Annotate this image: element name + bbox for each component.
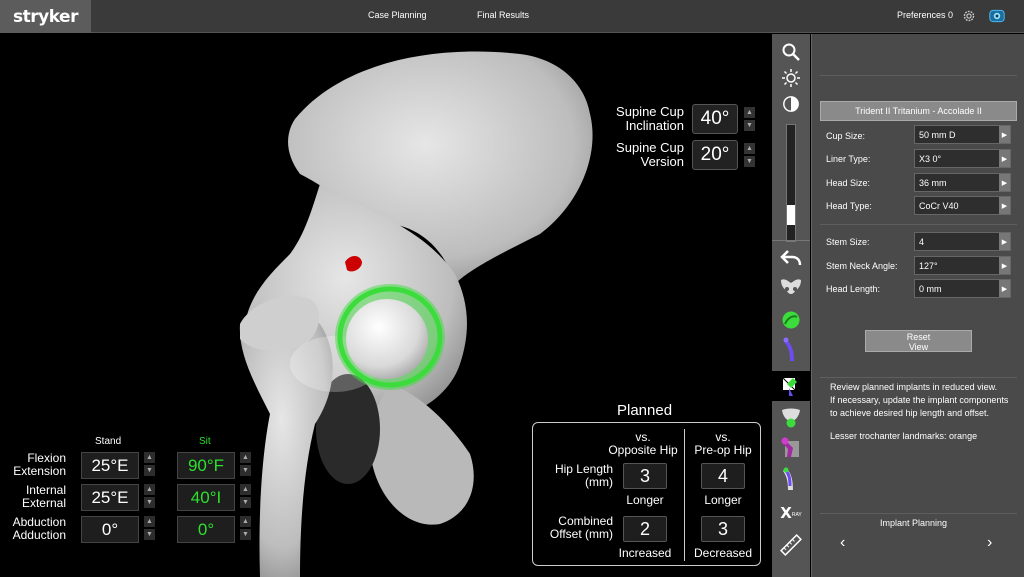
eye-icon[interactable] bbox=[989, 9, 1005, 23]
stem-icon[interactable] bbox=[776, 337, 806, 363]
tab-final-results[interactable]: Final Results bbox=[477, 10, 529, 20]
implant-panel: Trident II Tritanium - Accolade II Cup S… bbox=[811, 34, 1024, 577]
top-bar: stryker Case Planning Final Results Pref… bbox=[0, 0, 1024, 33]
xray-icon[interactable]: X RAY bbox=[776, 500, 806, 526]
offset-opposite-value: 2 bbox=[623, 516, 667, 542]
flexion-stand-down-arrow[interactable]: ▼ bbox=[144, 465, 155, 476]
stem-neck-angle-chevron-icon: ▶ bbox=[999, 257, 1010, 274]
instruction-text: Review planned implants in reduced view.… bbox=[830, 382, 1009, 441]
gear-icon[interactable] bbox=[962, 9, 976, 23]
ruler-icon[interactable] bbox=[776, 532, 806, 558]
hip-length-label: Hip Length (mm) bbox=[554, 462, 613, 489]
undo-icon[interactable] bbox=[776, 244, 806, 270]
hip-length-opposite-note: Longer bbox=[626, 493, 664, 507]
stryker-logo: stryker bbox=[0, 0, 91, 33]
offset-preop-value: 3 bbox=[701, 516, 745, 542]
femur-cup-icon[interactable] bbox=[776, 406, 806, 432]
head-length-chevron-icon: ▶ bbox=[999, 280, 1010, 297]
rotation-stand-down-arrow[interactable]: ▼ bbox=[144, 497, 155, 508]
reduced-view-icon[interactable] bbox=[772, 371, 810, 401]
planned-summary: vs. Opposite Hip vs. Pre-op Hip Hip Length… bbox=[532, 422, 761, 566]
flexion-stand-value: 25°E bbox=[81, 452, 139, 479]
flexion-sit-up-arrow[interactable]: ▲ bbox=[240, 452, 251, 463]
vertical-toolbar: X RAY bbox=[772, 34, 810, 577]
femur-stem-icon[interactable] bbox=[776, 466, 806, 492]
head-length-label: Head Length: bbox=[826, 284, 881, 294]
stem-size-label: Stem Size: bbox=[826, 237, 870, 247]
contrast-slider-thumb[interactable] bbox=[787, 205, 795, 225]
tab-case-planning[interactable]: Case Planning bbox=[368, 10, 427, 20]
stem-neck-angle-label: Stem Neck Angle: bbox=[826, 261, 898, 271]
offset-label: Combined Offset (mm) bbox=[549, 514, 613, 541]
cup-version-value: 20° bbox=[692, 140, 738, 170]
head-type-chevron-icon: ▶ bbox=[999, 197, 1010, 214]
flexion-stand-up-arrow[interactable]: ▲ bbox=[144, 452, 155, 463]
cup-inclination-down-arrow[interactable]: ▼ bbox=[744, 120, 755, 131]
cup-inclination-up-arrow[interactable]: ▲ bbox=[744, 107, 755, 118]
planned-title: Planned bbox=[617, 402, 673, 419]
abduction-sit-down-arrow[interactable]: ▼ bbox=[240, 529, 251, 540]
brightness-icon[interactable] bbox=[776, 65, 806, 91]
preferences-button[interactable]: Preferences 0 bbox=[897, 10, 953, 20]
hip-length-opposite-value: 3 bbox=[623, 463, 667, 489]
xray-label: X bbox=[780, 504, 792, 522]
hip-length-preop-value: 4 bbox=[701, 463, 745, 489]
cup-inclination-control: Supine Cup Inclination 40° ▲ ▼ bbox=[604, 104, 755, 134]
next-step-button[interactable]: › bbox=[987, 534, 992, 552]
rotation-stand-value: 25°E bbox=[81, 484, 139, 511]
stand-header: Stand bbox=[95, 436, 122, 447]
hip-length-preop-note: Longer bbox=[704, 493, 742, 507]
cup-version-up-arrow[interactable]: ▲ bbox=[744, 143, 755, 154]
rotation-sit-down-arrow[interactable]: ▼ bbox=[240, 497, 251, 508]
cup-version-down-arrow[interactable]: ▼ bbox=[744, 156, 755, 167]
abduction-sit-up-arrow[interactable]: ▲ bbox=[240, 516, 251, 527]
head-type-label: Head Type: bbox=[826, 201, 872, 211]
offset-opposite-note: Increased bbox=[618, 546, 672, 560]
liner-type-label: Liner Type: bbox=[826, 154, 871, 164]
preop-hip-header: vs. Pre-op Hip bbox=[694, 430, 752, 457]
cup-version-control: Supine Cup Version 20° ▲ ▼ bbox=[604, 140, 755, 170]
abduction-sit-value: 0° bbox=[177, 516, 235, 543]
cup-size-chevron-icon: ▶ bbox=[999, 126, 1010, 143]
stem-size-chevron-icon: ▶ bbox=[999, 233, 1010, 250]
cup-version-label: Supine Cup Version bbox=[616, 140, 684, 169]
liner-type-chevron-icon: ▶ bbox=[999, 150, 1010, 167]
abduction-stand-value: 0° bbox=[81, 516, 139, 543]
head-length-select[interactable]: 0 mm ▶ bbox=[914, 279, 1011, 298]
stem-neck-angle-select[interactable]: 127° ▶ bbox=[914, 256, 1011, 275]
head-type-select[interactable]: CoCr V40 ▶ bbox=[914, 196, 1011, 215]
opposite-hip-header: vs. Opposite Hip bbox=[608, 430, 678, 457]
cup-size-select[interactable]: 50 mm D ▶ bbox=[914, 125, 1011, 144]
flexion-label: Flexion Extension bbox=[13, 451, 66, 478]
cup-size-label: Cup Size: bbox=[826, 131, 866, 141]
workflow-step-label: Implant Planning bbox=[880, 518, 948, 528]
abduction-stand-down-arrow[interactable]: ▼ bbox=[144, 529, 155, 540]
magnifier-icon[interactable] bbox=[776, 39, 806, 65]
pelvis-icon[interactable] bbox=[776, 274, 806, 300]
liner-type-select[interactable]: X3 0° ▶ bbox=[914, 149, 1011, 168]
contrast-slider[interactable] bbox=[786, 124, 796, 242]
cup-inclination-label: Supine Cup Inclination bbox=[616, 104, 684, 133]
rotation-sit-up-arrow[interactable]: ▲ bbox=[240, 484, 251, 495]
cup-icon[interactable] bbox=[776, 307, 806, 333]
head-size-label: Head Size: bbox=[826, 178, 871, 188]
flexion-sit-value: 90°F bbox=[177, 452, 235, 479]
contrast-icon[interactable] bbox=[776, 91, 806, 117]
offset-preop-note: Decreased bbox=[693, 546, 753, 560]
rotation-sit-value: 40°I bbox=[177, 484, 235, 511]
abduction-stand-up-arrow[interactable]: ▲ bbox=[144, 516, 155, 527]
sit-header: Sit bbox=[199, 436, 211, 447]
abduction-label: Abduction Adduction bbox=[12, 515, 66, 542]
stem-size-select[interactable]: 4 ▶ bbox=[914, 232, 1011, 251]
flexion-sit-down-arrow[interactable]: ▼ bbox=[240, 465, 251, 476]
head-size-select[interactable]: 36 mm ▶ bbox=[914, 173, 1011, 192]
reset-view-button[interactable]: Reset View bbox=[865, 330, 972, 352]
head-size-chevron-icon: ▶ bbox=[999, 174, 1010, 191]
implant-family-title: Trident II Tritanium - Accolade II bbox=[820, 101, 1017, 121]
neck-icon[interactable] bbox=[776, 434, 806, 460]
cup-inclination-value: 40° bbox=[692, 104, 738, 134]
rotation-stand-up-arrow[interactable]: ▲ bbox=[144, 484, 155, 495]
previous-step-button[interactable]: ‹ bbox=[840, 534, 845, 552]
rotation-label: Internal External bbox=[21, 483, 66, 510]
